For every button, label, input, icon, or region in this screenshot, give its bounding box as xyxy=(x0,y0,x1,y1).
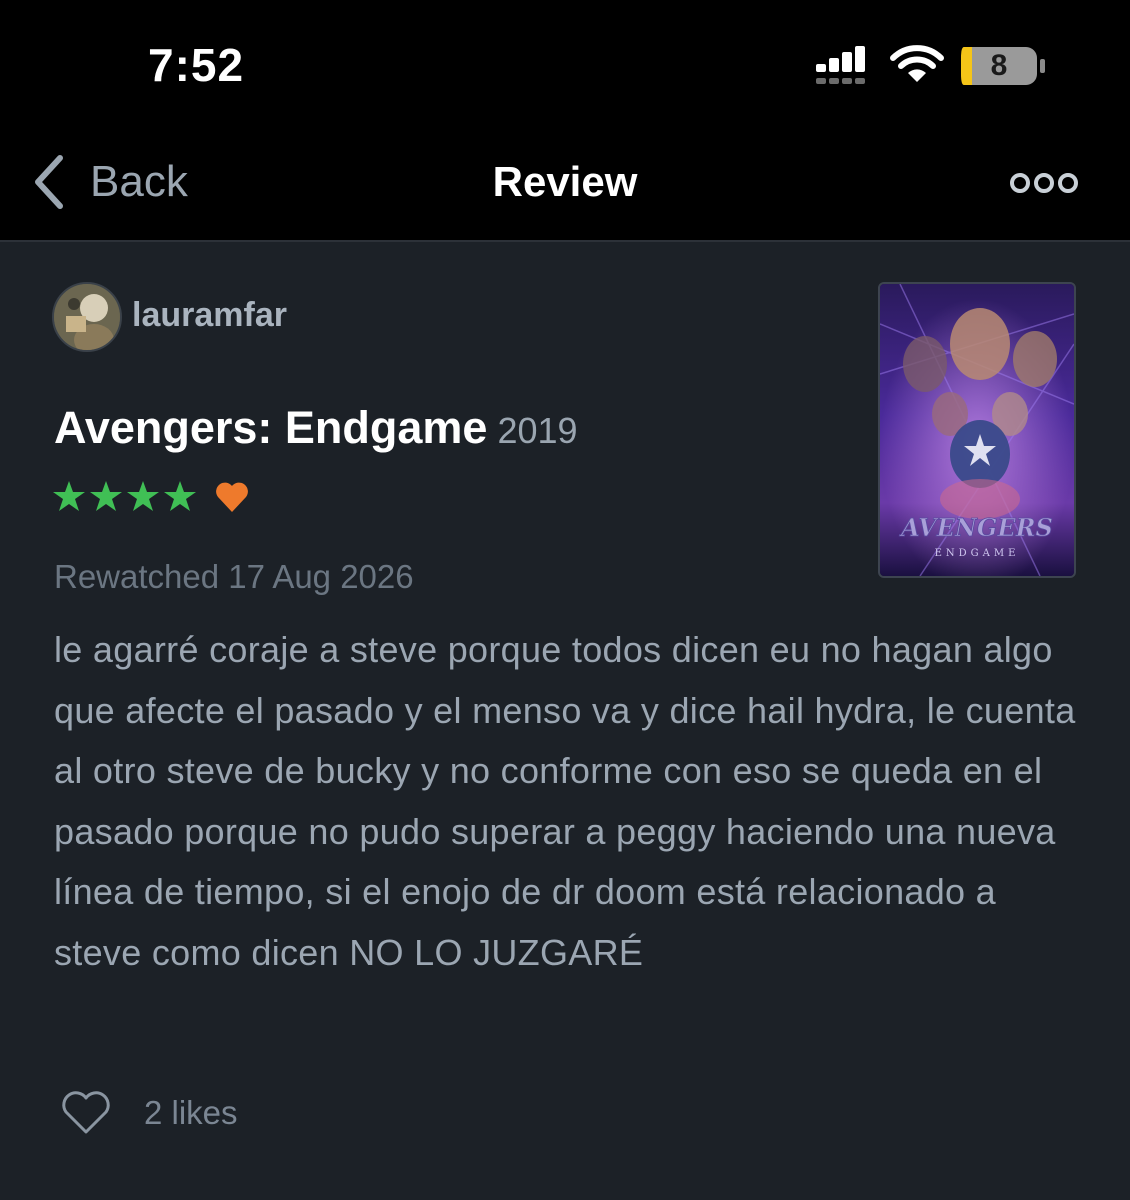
review-text: le agarré coraje a steve porque todos di… xyxy=(54,629,1076,973)
heart-outline-icon[interactable] xyxy=(60,1090,112,1136)
likes-count[interactable]: 2 likes xyxy=(144,1094,238,1132)
signal-icon xyxy=(816,46,865,84)
film-title-text: Avengers: Endgame xyxy=(54,402,488,453)
star-icon xyxy=(127,481,159,511)
watched-date: Rewatched 17 Aug 2026 xyxy=(54,558,414,595)
star-icon xyxy=(53,481,85,511)
poster-title: AVENGERS xyxy=(899,513,1053,542)
nav-bar: Review Back xyxy=(0,130,1130,242)
username[interactable]: lauramfar xyxy=(132,296,287,335)
status-time: 7:52 xyxy=(148,39,245,91)
back-button[interactable]: Back xyxy=(30,152,188,212)
rating-stars xyxy=(53,481,196,511)
film-poster[interactable]: AVENGERS ENDGAME xyxy=(878,282,1076,578)
likes: 2 likes xyxy=(60,1090,238,1136)
avatar-image xyxy=(54,284,120,350)
chevron-left-icon xyxy=(35,155,63,209)
film-title[interactable]: Avengers: Endgame 2019 xyxy=(54,402,578,454)
back-label: Back xyxy=(90,157,188,206)
poster-subtitle: ENDGAME xyxy=(935,548,1020,559)
status-bar: 7:52 8 xyxy=(0,0,1130,130)
battery-level: 8 xyxy=(990,49,1008,82)
wifi-icon xyxy=(890,45,944,82)
poster-image: AVENGERS ENDGAME xyxy=(880,284,1074,576)
more-icon[interactable] xyxy=(1008,168,1080,198)
star-icon xyxy=(90,481,122,511)
review-card: lauramfar AVENGERS ENDGAME Avengers: End… xyxy=(0,242,1130,1200)
star-rating xyxy=(52,480,250,514)
avatar[interactable] xyxy=(52,282,122,352)
star-icon xyxy=(164,481,196,511)
film-year: 2019 xyxy=(497,410,578,451)
heart-icon xyxy=(216,482,248,512)
